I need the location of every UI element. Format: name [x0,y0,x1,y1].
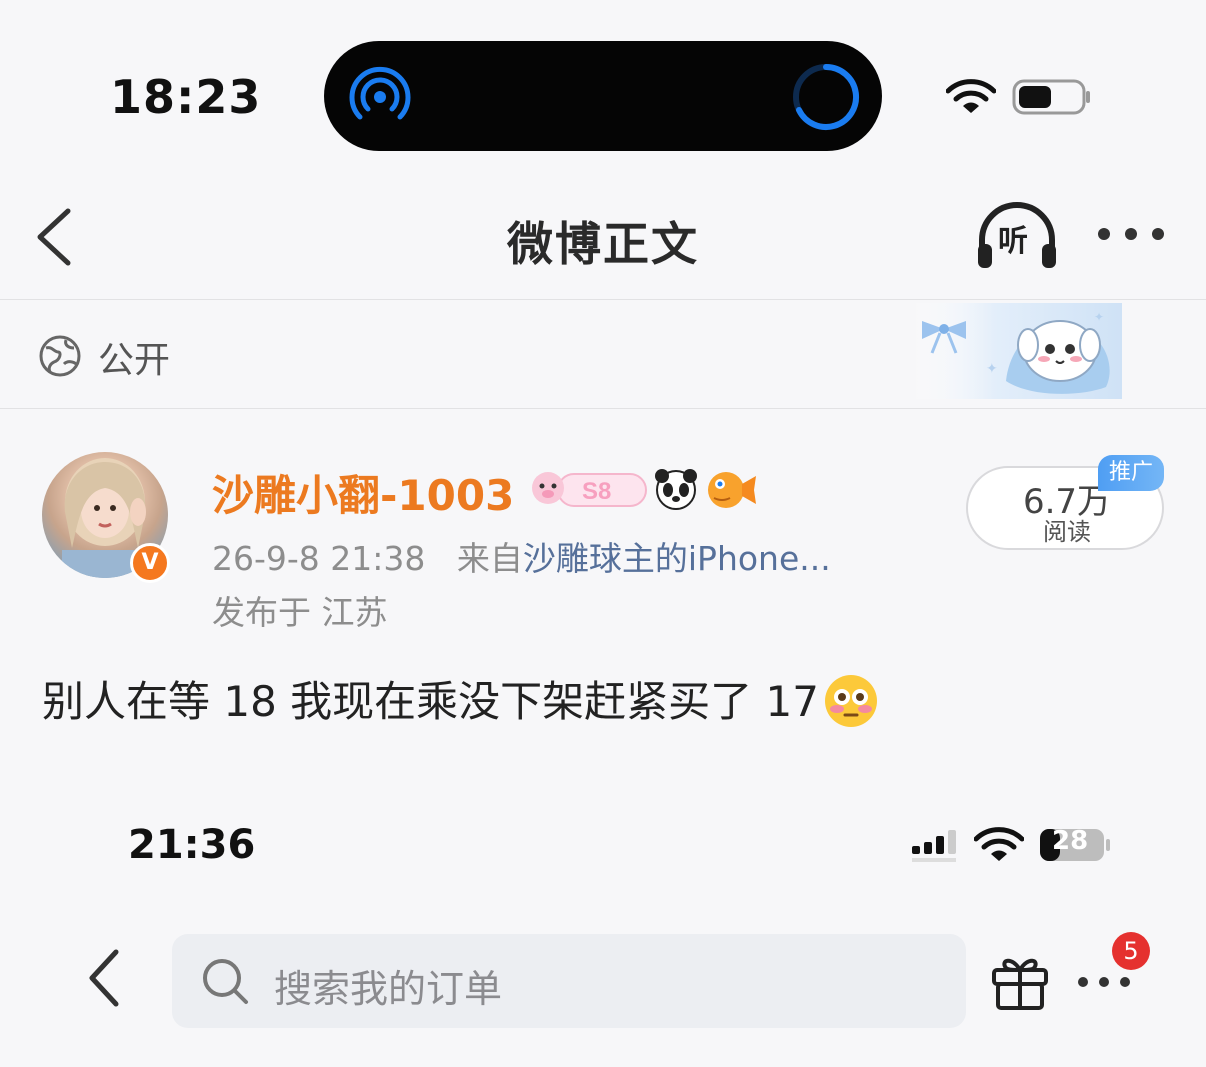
airdrop-icon [349,66,411,120]
search-placeholder: 搜索我的订单 [274,967,503,1011]
promo-tag[interactable]: 推广 [1098,455,1164,491]
user-badges: S8 [532,469,756,510]
verified-badge: V [130,543,170,583]
post-body: 别人在等 18 我现在乘没下架赶紧买了 17 [42,668,879,733]
battery-icon [1012,79,1090,115]
visibility-row: 公开 ✦ ✦ [0,301,1206,409]
embedded-status-time: 21:36 [128,822,256,868]
svg-text:✦: ✦ [986,361,998,377]
post-meta: 26-9-8 21:38 来自沙雕球主的iPhone... [212,532,831,580]
wifi-icon [946,79,996,113]
nav-bar: 微博正文 听 [0,190,1206,300]
post-source-link[interactable]: 沙雕球主的iPhone... [523,539,831,578]
panda-icon [655,469,697,510]
back-icon[interactable] [84,946,124,1010]
pufferfish-icon [708,472,756,508]
search-icon [203,959,248,1004]
post-text: 别人在等 18 我现在乘没下架赶紧买了 17 [42,677,819,726]
svg-text:S8: S8 [582,478,611,505]
status-bar: 18:23 [0,0,1206,190]
more-icon[interactable] [1096,224,1166,244]
visibility-label: 公开 [98,340,171,381]
more-icon[interactable] [1076,975,1132,989]
notification-badge: 5 [1112,932,1150,970]
svg-text:✦: ✦ [1094,310,1104,324]
globe-icon [39,335,81,377]
signal-icon [912,830,956,862]
post-location: 发布于 江苏 [212,593,388,632]
username[interactable]: 沙雕小翻-1003 [212,462,514,523]
gift-icon[interactable] [990,950,1050,1010]
status-time: 18:23 [110,70,262,124]
battery-level: 28 [1052,826,1089,856]
listen-label: 听 [998,224,1028,259]
dynamic-island[interactable] [324,41,882,151]
flushed-face-emoji-icon [824,674,877,727]
search-input[interactable]: 搜索我的订单 [172,934,966,1028]
source-prefix: 来自 [456,539,523,578]
post-date: 26-9-8 21:38 [212,539,426,578]
wifi-icon [974,827,1024,861]
progress-ring-icon [793,64,860,130]
sticker-decoration: ✦ ✦ [910,303,1122,399]
pig-badge-icon: S8 [532,472,647,507]
reads-label: 阅读 [1043,518,1091,546]
